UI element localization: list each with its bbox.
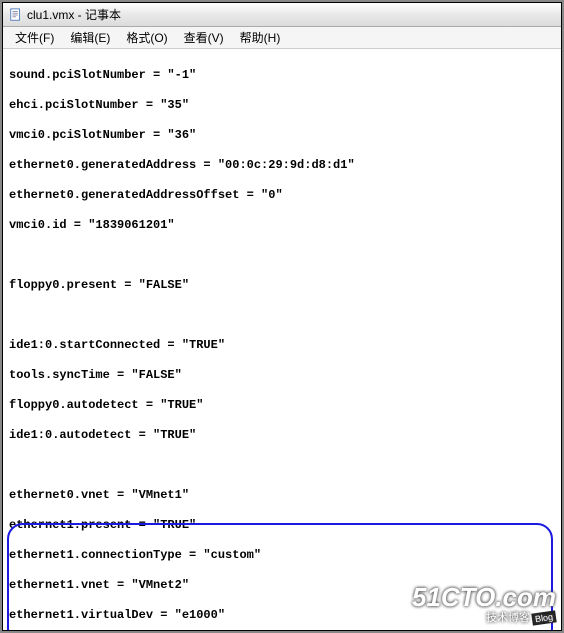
text-line: vmci0.pciSlotNumber = "36" xyxy=(9,128,555,143)
text-line: ethernet1.connectionType = "custom" xyxy=(9,548,555,563)
text-line: floppy0.present = "FALSE" xyxy=(9,278,555,293)
text-line: ethernet1.present = "TRUE" xyxy=(9,518,555,533)
text-line: ethernet0.generatedAddress = "00:0c:29:9… xyxy=(9,158,555,173)
menu-view[interactable]: 查看(V) xyxy=(176,27,232,48)
text-line: ehci.pciSlotNumber = "35" xyxy=(9,98,555,113)
text-line xyxy=(9,248,555,263)
menu-edit[interactable]: 编辑(E) xyxy=(62,27,118,48)
menu-file[interactable]: 文件(F) xyxy=(7,27,62,48)
text-line: ethernet1.virtualDev = "e1000" xyxy=(9,608,555,623)
notepad-icon xyxy=(9,8,23,22)
text-line: vmci0.id = "1839061201" xyxy=(9,218,555,233)
text-area[interactable]: sound.pciSlotNumber = "-1" ehci.pciSlotN… xyxy=(3,49,561,630)
window-title: clu1.vmx - 记事本 xyxy=(27,6,121,23)
text-line xyxy=(9,308,555,323)
text-line: ide1:0.startConnected = "TRUE" xyxy=(9,338,555,353)
text-line: ethernet0.vnet = "VMnet1" xyxy=(9,488,555,503)
titlebar: clu1.vmx - 记事本 xyxy=(3,3,561,27)
menu-format[interactable]: 格式(O) xyxy=(118,27,175,48)
menubar: 文件(F) 编辑(E) 格式(O) 查看(V) 帮助(H) xyxy=(3,27,561,49)
text-line: ethernet0.generatedAddressOffset = "0" xyxy=(9,188,555,203)
menu-help[interactable]: 帮助(H) xyxy=(232,27,289,48)
text-line: ide1:0.autodetect = "TRUE" xyxy=(9,428,555,443)
text-line: floppy0.autodetect = "TRUE" xyxy=(9,398,555,413)
text-line: tools.syncTime = "FALSE" xyxy=(9,368,555,383)
text-line xyxy=(9,458,555,473)
text-line: ethernet1.vnet = "VMnet2" xyxy=(9,578,555,593)
text-line: sound.pciSlotNumber = "-1" xyxy=(9,68,555,83)
